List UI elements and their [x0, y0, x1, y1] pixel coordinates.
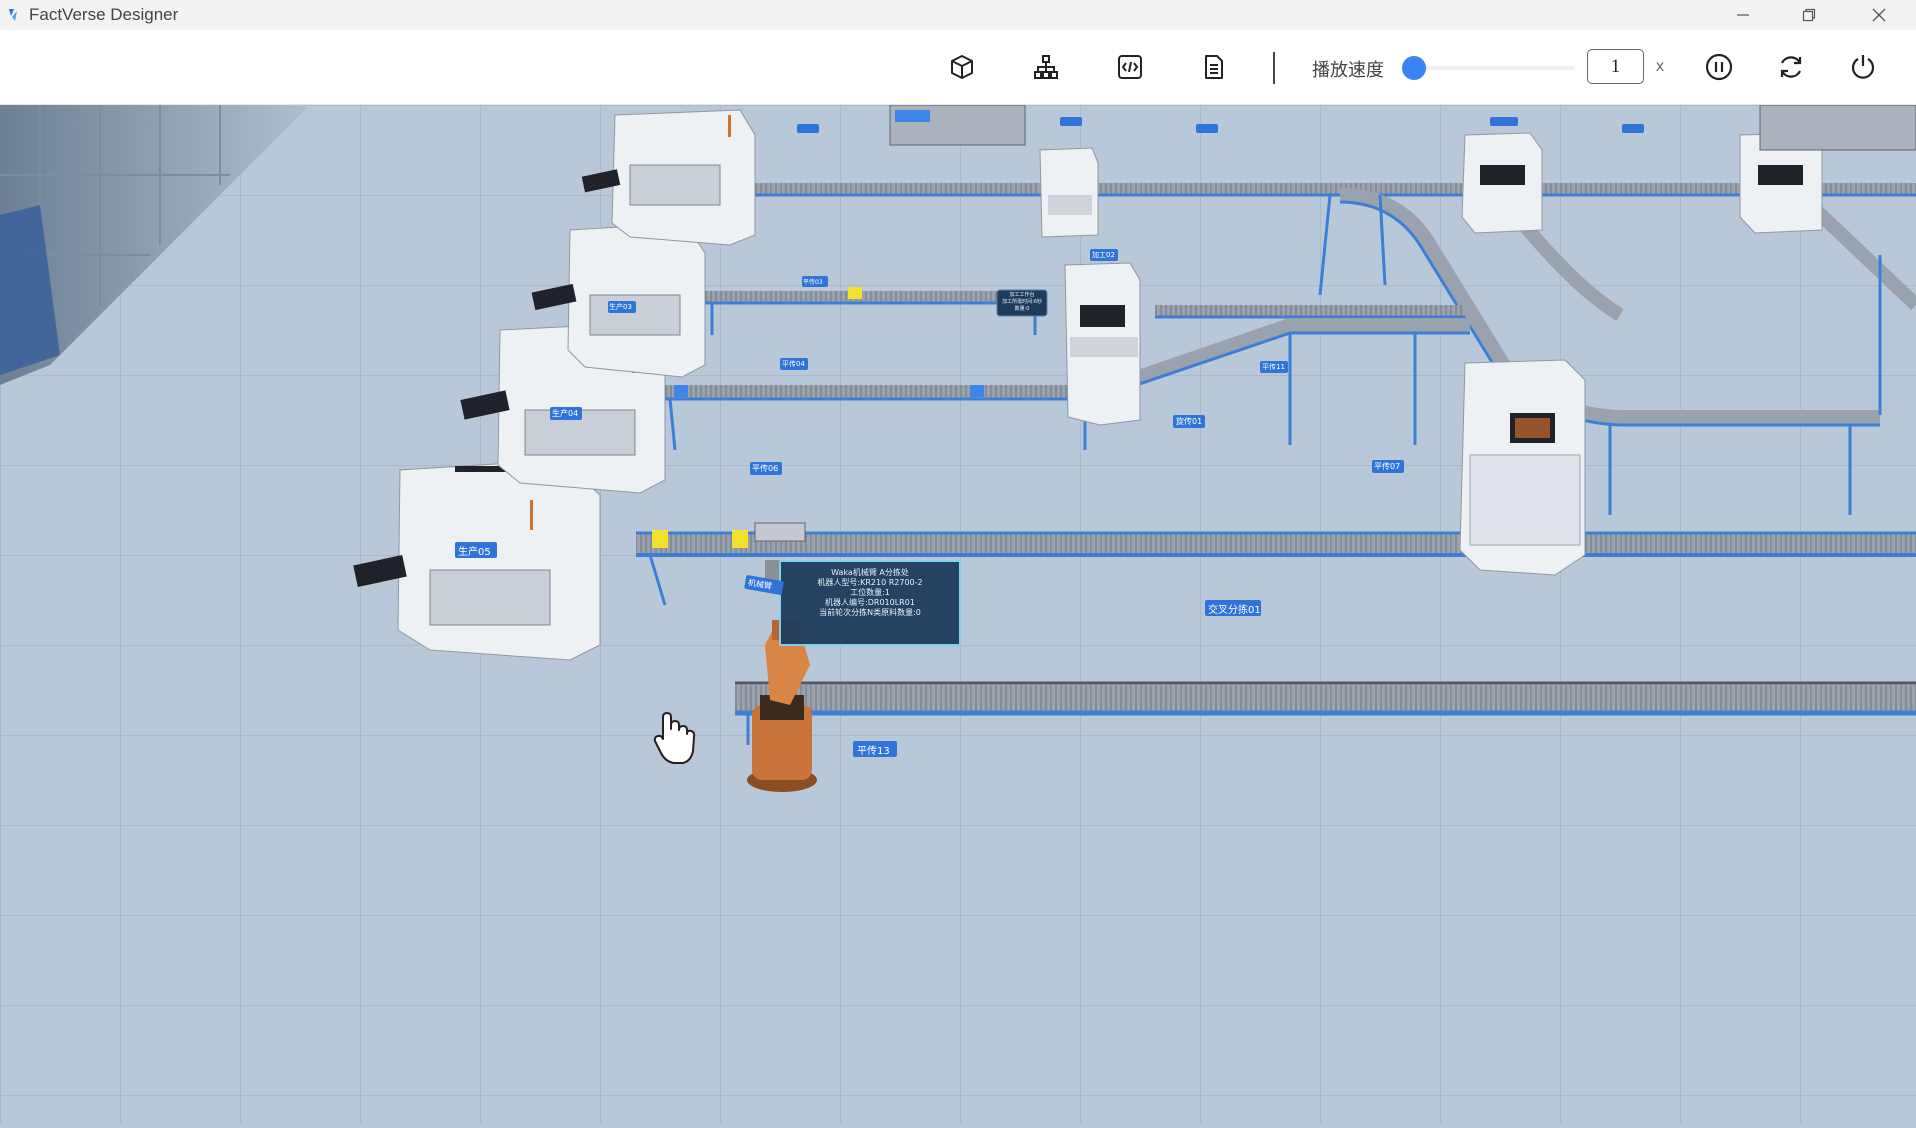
label-prod04[interactable]: 生产04 — [552, 408, 578, 419]
minimize-icon — [1737, 14, 1749, 16]
robot-info-text: Waka机械臂 A分拣处 机器人型号:KR210 R2700-2 工位数量:1 … — [780, 568, 960, 618]
robot-info-line: 工位数量:1 — [850, 588, 890, 597]
cube-icon — [951, 55, 973, 79]
label-conv07[interactable]: 平传07 — [1374, 461, 1400, 472]
close-button[interactable] — [1842, 0, 1916, 30]
label-conv06[interactable]: 平传06 — [752, 463, 778, 474]
label-conv13[interactable]: 平传13 — [857, 742, 890, 757]
robot-info-line: 机器人编号:DR010LR01 — [825, 598, 915, 607]
speed-label: 播放速度 — [1312, 60, 1384, 81]
refresh-button[interactable] — [1776, 52, 1806, 82]
document-icon — [1205, 55, 1223, 79]
robot-info-title: Waka机械臂 A分拣处 — [831, 568, 909, 577]
small-panel-line: 加工所需时间:6秒 — [1002, 299, 1042, 305]
hierarchy-icon — [1034, 55, 1058, 79]
power-button[interactable] — [1848, 52, 1878, 82]
power-icon — [1851, 55, 1875, 79]
label-cross01[interactable]: 交叉分拣01 — [1208, 601, 1261, 616]
robot-info-line: 当前轮次分拣N类原料数量:0 — [819, 608, 921, 617]
conveyor-bottom[interactable] — [735, 681, 1916, 716]
machine-work-02[interactable] — [1064, 262, 1141, 426]
speed-slider-knob[interactable] — [1402, 56, 1426, 80]
document-button[interactable] — [1199, 52, 1229, 82]
label-prod03[interactable]: 生产03 — [609, 302, 632, 312]
app-title: FactVerse Designer — [29, 5, 179, 24]
code-button[interactable] — [1115, 52, 1145, 82]
small-panel-text: 加工工作台 加工所需时间:6秒 数量:0 — [997, 292, 1047, 313]
label-prod05[interactable]: 生产05 — [458, 543, 491, 558]
restore-icon — [1802, 8, 1816, 22]
scene-viewport[interactable]: Waka机械臂 A分拣处 机器人型号:KR210 R2700-2 工位数量:1 … — [0, 104, 1916, 1124]
pause-button[interactable] — [1704, 52, 1734, 82]
restore-button[interactable] — [1772, 0, 1846, 30]
app-logo — [9, 9, 17, 21]
machine-right-tower[interactable] — [1459, 359, 1586, 576]
label-conv11[interactable]: 平传11 — [1262, 362, 1285, 372]
machine-top-center[interactable] — [1039, 147, 1099, 238]
hierarchy-button[interactable] — [1031, 52, 1061, 82]
conveyor-top[interactable] — [730, 183, 1916, 197]
toolbar-divider — [1273, 52, 1275, 84]
label-turn01[interactable]: 旋传01 — [1176, 416, 1202, 427]
label-conv04[interactable]: 平传04 — [782, 359, 805, 369]
speed-input[interactable]: 1 — [1587, 49, 1644, 84]
cube-button[interactable] — [947, 52, 977, 82]
small-panel-line: 加工工作台 — [1009, 292, 1035, 298]
label-work02[interactable]: 加工02 — [1092, 250, 1115, 260]
minimize-button[interactable] — [1706, 0, 1780, 30]
small-panel-line: 数量:0 — [1014, 306, 1030, 312]
close-icon — [1872, 8, 1886, 22]
title-bar: FactVerse Designer — [0, 0, 1916, 30]
machine-top-right-1[interactable] — [1461, 132, 1543, 234]
robot-info-line: 机器人型号:KR210 R2700-2 — [817, 578, 923, 587]
toolbar: 播放速度 1 x — [0, 30, 1916, 105]
code-icon — [1118, 55, 1142, 79]
refresh-icon — [1780, 56, 1802, 78]
speed-unit: x — [1656, 58, 1664, 75]
speed-slider-track[interactable] — [1410, 66, 1575, 70]
label-conv03[interactable]: 平传03 — [803, 277, 823, 286]
pause-icon — [1705, 53, 1733, 81]
